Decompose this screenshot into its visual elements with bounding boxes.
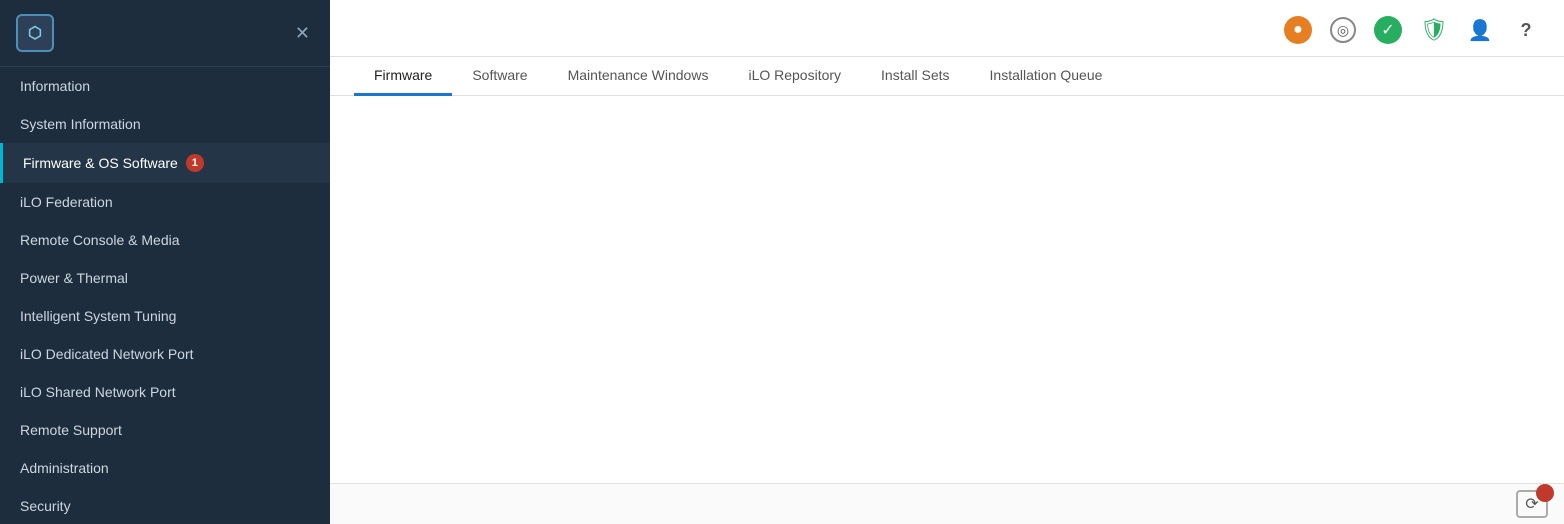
sidebar-item-remote-support[interactable]: Remote Support — [0, 411, 330, 449]
check-icon[interactable]: ✓ — [1374, 16, 1402, 44]
sidebar-item-label: Administration — [20, 460, 109, 476]
tab-software[interactable]: Software — [452, 57, 547, 96]
sidebar-item-label: iLO Dedicated Network Port — [20, 346, 194, 362]
sidebar-item-label: Intelligent System Tuning — [20, 308, 176, 324]
sidebar-item-firmware-os-software[interactable]: Firmware & OS Software 1 — [0, 143, 330, 183]
sidebar-nav: Information System Information Firmware & … — [0, 67, 330, 524]
tabs-bar: FirmwareSoftwareMaintenance WindowsiLO R… — [330, 57, 1564, 96]
sidebar-item-administration[interactable]: Administration — [0, 449, 330, 487]
tab-installation-queue[interactable]: Installation Queue — [970, 57, 1123, 96]
sidebar-close-button[interactable]: ✕ — [291, 19, 314, 48]
header-icons: ● ◎ ✓ 🛡 👤 ? — [1284, 16, 1540, 44]
sidebar-item-label: Power & Thermal — [20, 270, 128, 286]
main-header: ● ◎ ✓ 🛡 👤 ? — [330, 0, 1564, 57]
shield-icon[interactable]: 🛡 — [1420, 16, 1448, 44]
sidebar-item-label: Information — [20, 78, 90, 94]
sidebar-item-label: iLO Federation — [20, 194, 113, 210]
sidebar-item-security[interactable]: Security — [0, 487, 330, 524]
main-content: ● ◎ ✓ 🛡 👤 ? FirmwareSoftwareMaintenance … — [330, 0, 1564, 524]
help-icon[interactable]: ? — [1512, 16, 1540, 44]
tab-maintenance-windows[interactable]: Maintenance Windows — [548, 57, 729, 96]
sidebar-item-information[interactable]: Information — [0, 67, 330, 105]
sidebar-item-label: iLO Shared Network Port — [20, 384, 176, 400]
sidebar-header: ⬡ ✕ — [0, 0, 330, 67]
sidebar-item-ilo-dedicated-network-port[interactable]: iLO Dedicated Network Port — [0, 335, 330, 373]
app-logo-icon: ⬡ — [16, 14, 54, 52]
sidebar-item-power-thermal[interactable]: Power & Thermal — [0, 259, 330, 297]
tab-ilo-repository[interactable]: iLO Repository — [728, 57, 861, 96]
firmware-table-container — [330, 96, 1564, 483]
sidebar: ⬡ ✕ Information System Information Firmwar… — [0, 0, 330, 524]
sidebar-item-intelligent-system-tuning[interactable]: Intelligent System Tuning — [0, 297, 330, 335]
sidebar-item-label: Security — [20, 498, 71, 514]
sidebar-item-ilo-federation[interactable]: iLO Federation — [0, 183, 330, 221]
sidebar-item-label: Remote Console & Media — [20, 232, 180, 248]
refresh-button-wrap: ⟳ — [1516, 490, 1548, 518]
sidebar-item-ilo-shared-network-port[interactable]: iLO Shared Network Port — [0, 373, 330, 411]
sidebar-item-remote-console-media[interactable]: Remote Console & Media — [0, 221, 330, 259]
target-icon[interactable]: ◎ — [1330, 17, 1356, 43]
sidebar-item-label: System Information — [20, 116, 141, 132]
status-icon[interactable]: ● — [1284, 16, 1312, 44]
person-icon[interactable]: 👤 — [1466, 16, 1494, 44]
tab-install-sets[interactable]: Install Sets — [861, 57, 969, 96]
tab-firmware[interactable]: Firmware — [354, 57, 452, 96]
sidebar-logo-area: ⬡ — [16, 14, 64, 52]
sidebar-item-label: Firmware & OS Software — [23, 155, 178, 171]
nav-badge: 1 — [186, 154, 204, 172]
bottom-bar: ⟳ — [330, 483, 1564, 524]
sidebar-item-label: Remote Support — [20, 422, 122, 438]
sidebar-item-system-information[interactable]: System Information — [0, 105, 330, 143]
refresh-badge — [1536, 484, 1554, 502]
